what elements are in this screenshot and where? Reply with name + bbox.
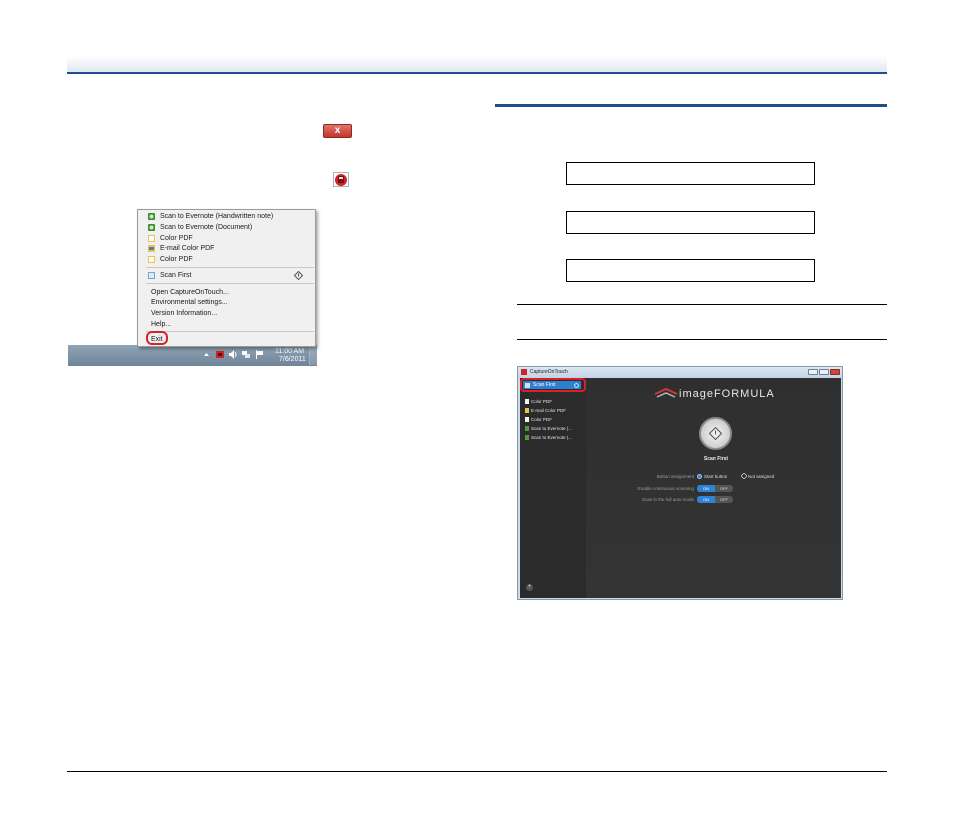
menu-item-help[interactable]: Help... xyxy=(151,321,171,329)
evernote-icon xyxy=(525,435,529,440)
evernote-icon xyxy=(148,213,155,220)
add-job-button[interactable]: + xyxy=(526,584,533,591)
menu-item-scan-to-evernote-handwritten[interactable]: Scan to Evernote (Handwritten note) xyxy=(160,213,273,221)
empty-box-1 xyxy=(566,162,815,185)
menu-separator xyxy=(146,331,314,332)
exit-highlight-ring xyxy=(146,331,168,345)
continuous-scanning-label: Enable continuous scanning xyxy=(637,486,694,491)
sidebar-item-evernote-2[interactable]: Scan to Evernote (... xyxy=(531,435,572,440)
pdf-icon xyxy=(148,256,155,263)
clock-date: 7/6/2011 xyxy=(279,356,306,363)
empty-box-3 xyxy=(566,259,815,282)
page-header-band xyxy=(67,56,887,72)
empty-box-2 xyxy=(566,211,815,234)
section-heading-rule xyxy=(495,104,887,107)
clock-time: 11:00 AM xyxy=(275,348,305,355)
sidebar-item-email-color-pdf[interactable]: E-mail Color PDF xyxy=(531,408,566,413)
menu-item-email-color-pdf[interactable]: E-mail Color PDF xyxy=(160,245,214,253)
menu-item-scan-to-evernote-document[interactable]: Scan to Evernote (Document) xyxy=(160,224,252,232)
note-rule-bottom xyxy=(517,339,887,340)
full-auto-mode-toggle[interactable]: ON OFF xyxy=(697,496,733,503)
close-button-icon: x xyxy=(323,124,352,138)
taskbar-clock[interactable]: 11:00 AM 7/6/2011 xyxy=(275,348,306,364)
scan-first-icon xyxy=(148,272,155,279)
menu-separator xyxy=(146,267,314,268)
start-button-icon xyxy=(741,473,747,479)
volume-icon[interactable] xyxy=(229,350,237,359)
tray-context-menu: Scan to Evernote (Handwritten note) Scan… xyxy=(137,209,316,347)
start-button-icon xyxy=(709,427,722,440)
captureontouch-tray-icon[interactable] xyxy=(216,350,224,359)
job-sidebar: Scan First Color PDF E-mail Color PDF Co… xyxy=(520,378,586,598)
job-name: Scan First xyxy=(703,456,729,462)
continuous-scanning-toggle[interactable]: ON OFF xyxy=(697,485,733,492)
start-button-icon xyxy=(294,271,303,280)
pdf-icon xyxy=(525,399,529,404)
minimize-button[interactable] xyxy=(808,369,818,375)
toggle-off: OFF xyxy=(720,486,728,491)
scan-first-highlight-ring xyxy=(520,378,586,392)
email-pdf-icon xyxy=(525,408,529,413)
imageformula-logo-text: imageFORMULA xyxy=(679,388,775,400)
menu-item-version-information[interactable]: Version Information... xyxy=(151,310,217,318)
job-settings-panel: imageFORMULA Scan First Button assignmen… xyxy=(586,378,841,598)
menu-item-scan-first[interactable]: Scan First xyxy=(160,272,192,280)
imageformula-logo-mark xyxy=(654,387,678,398)
full-auto-mode-label: Scan in the full auto mode xyxy=(641,497,694,502)
email-pdf-icon xyxy=(148,245,155,252)
sidebar-item-evernote-1[interactable]: Scan to Evernote (... xyxy=(531,426,572,431)
captureontouch-tray-icon xyxy=(333,172,349,187)
toggle-off: OFF xyxy=(720,497,728,502)
note-rule-top xyxy=(517,304,887,305)
show-desktop-button[interactable] xyxy=(309,346,317,365)
page-header-rule xyxy=(67,72,887,74)
window-title-bar: CaptureOnTouch xyxy=(518,367,842,378)
button-assignment-label: Button assignment xyxy=(656,474,694,479)
start-button-radio[interactable] xyxy=(697,474,702,479)
menu-item-environmental-settings[interactable]: Environmental settings... xyxy=(151,299,228,307)
action-center-flag-icon[interactable] xyxy=(256,350,264,359)
menu-item-color-pdf-2[interactable]: Color PDF xyxy=(160,256,193,264)
app-icon xyxy=(521,369,527,375)
toggle-on: ON xyxy=(697,496,715,503)
evernote-icon xyxy=(525,426,529,431)
menu-item-color-pdf-1[interactable]: Color PDF xyxy=(160,235,193,243)
captureontouch-window-screenshot: CaptureOnTouch Scan First Color PDF E-ma… xyxy=(517,366,843,600)
page-footer-rule xyxy=(67,771,887,772)
pdf-icon xyxy=(148,235,155,242)
window-title: CaptureOnTouch xyxy=(530,369,568,375)
start-button-radio-label: Start button xyxy=(704,474,728,479)
menu-separator xyxy=(146,283,314,284)
windows-taskbar: 11:00 AM 7/6/2011 xyxy=(68,345,317,366)
menu-item-open-captureontouch[interactable]: Open CaptureOnTouch... xyxy=(151,289,229,297)
not-assigned-radio-label[interactable]: Not assigned xyxy=(748,474,774,479)
pdf-icon xyxy=(525,417,529,422)
evernote-icon xyxy=(148,224,155,231)
sidebar-item-color-pdf-1[interactable]: Color PDF xyxy=(531,399,552,404)
sidebar-item-color-pdf-2[interactable]: Color PDF xyxy=(531,417,552,422)
scan-start-button[interactable] xyxy=(699,417,732,450)
show-hidden-icons-arrow-icon[interactable] xyxy=(204,352,209,357)
window-close-button[interactable] xyxy=(830,369,840,375)
network-icon[interactable] xyxy=(242,350,250,359)
maximize-button[interactable] xyxy=(819,369,829,375)
toggle-on: ON xyxy=(697,485,715,492)
